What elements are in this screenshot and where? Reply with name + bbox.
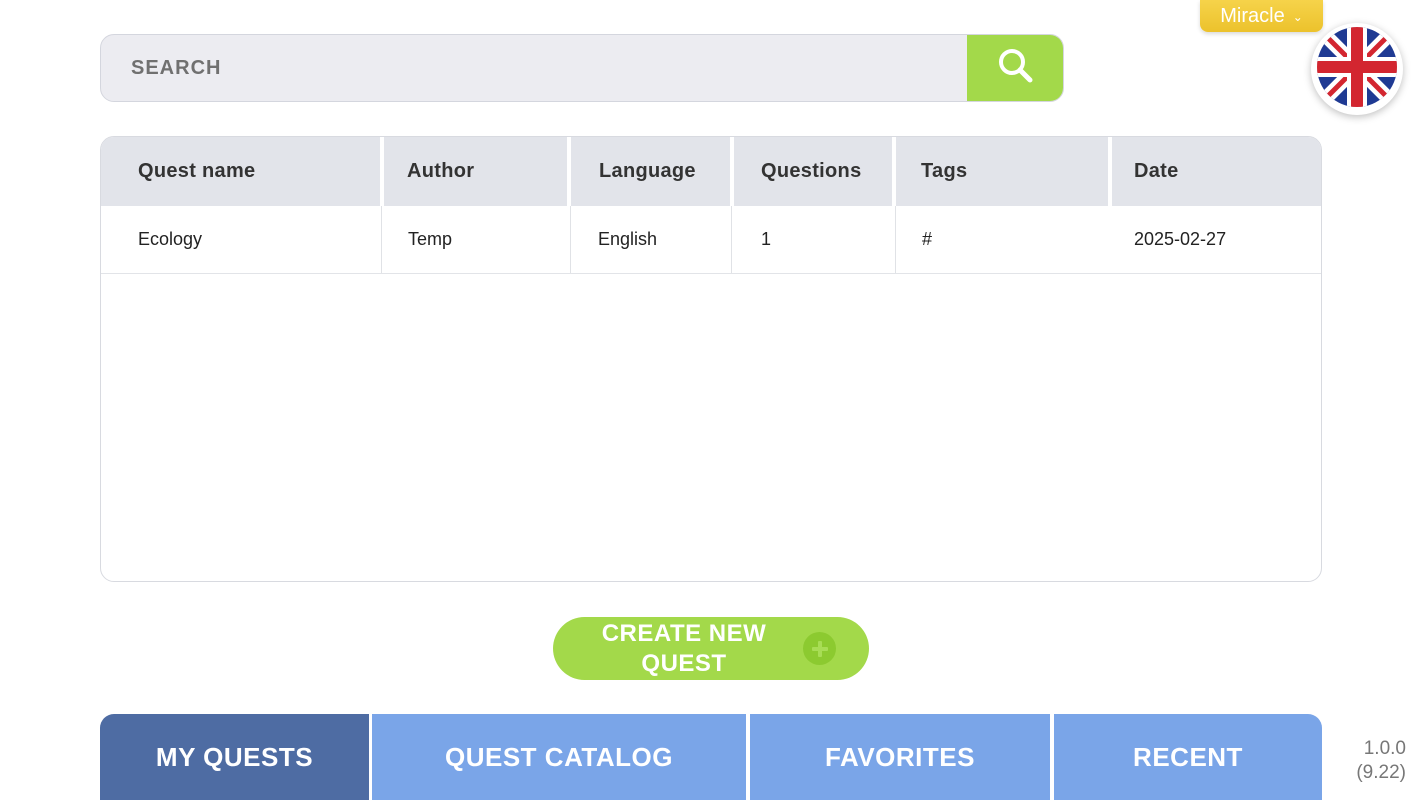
column-author[interactable]: Author — [407, 137, 474, 206]
column-divider — [892, 137, 896, 206]
search-input[interactable] — [101, 35, 969, 101]
chevron-down-icon: ⌄ — [1292, 10, 1303, 24]
profile-name: Miracle — [1220, 4, 1285, 27]
cell-questions: 1 — [761, 229, 772, 249]
column-quest-name[interactable]: Quest name — [138, 137, 255, 206]
build-version: (9.22) — [1356, 762, 1406, 783]
cell-language: English — [598, 229, 658, 249]
tab-recent[interactable]: RECENT — [1054, 714, 1322, 800]
table-row[interactable]: Ecology Temp English 1 # 2025-02-27 — [101, 206, 1321, 274]
plus-icon — [803, 632, 836, 665]
quests-table: Quest name Author Language Questions Tag… — [100, 136, 1322, 582]
search-bar — [100, 34, 1064, 102]
cell-tags: # — [922, 229, 933, 249]
bottom-tab-bar: MY QUESTS QUEST CATALOG FAVORITES RECENT — [100, 714, 1322, 800]
create-new-quest-label: CREATE NEW QUEST — [601, 619, 767, 677]
search-icon — [996, 46, 1036, 91]
create-new-quest-button[interactable]: CREATE NEW QUEST — [553, 617, 869, 680]
search-button[interactable] — [967, 35, 1063, 101]
column-tags[interactable]: Tags — [921, 137, 967, 206]
cell-quest-name: Ecology — [138, 229, 203, 249]
language-button[interactable] — [1311, 23, 1403, 115]
column-language[interactable]: Language — [599, 137, 696, 206]
column-questions[interactable]: Questions — [761, 137, 862, 206]
table-header: Quest name Author Language Questions Tag… — [101, 137, 1321, 206]
column-divider — [567, 137, 571, 206]
column-date[interactable]: Date — [1134, 137, 1179, 206]
tab-favorites[interactable]: FAVORITES — [750, 714, 1050, 800]
column-divider — [380, 137, 384, 206]
cell-date: 2025-02-27 — [1134, 229, 1227, 249]
tab-quest-catalog[interactable]: QUEST CATALOG — [372, 714, 746, 800]
column-divider — [1108, 137, 1112, 206]
profile-dropdown[interactable]: Miracle ⌄ — [1200, 0, 1323, 32]
cell-divider — [570, 206, 571, 273]
cell-divider — [895, 206, 896, 273]
app-version: 1.0.0 — [1363, 738, 1406, 759]
cell-author: Temp — [408, 229, 453, 249]
column-divider — [730, 137, 734, 206]
cell-divider — [381, 206, 382, 273]
version-info: 1.0.0 (9.22) — [1356, 737, 1406, 785]
cell-divider — [731, 206, 732, 273]
tab-my-quests[interactable]: MY QUESTS — [100, 714, 369, 800]
uk-flag-icon — [1316, 26, 1398, 113]
